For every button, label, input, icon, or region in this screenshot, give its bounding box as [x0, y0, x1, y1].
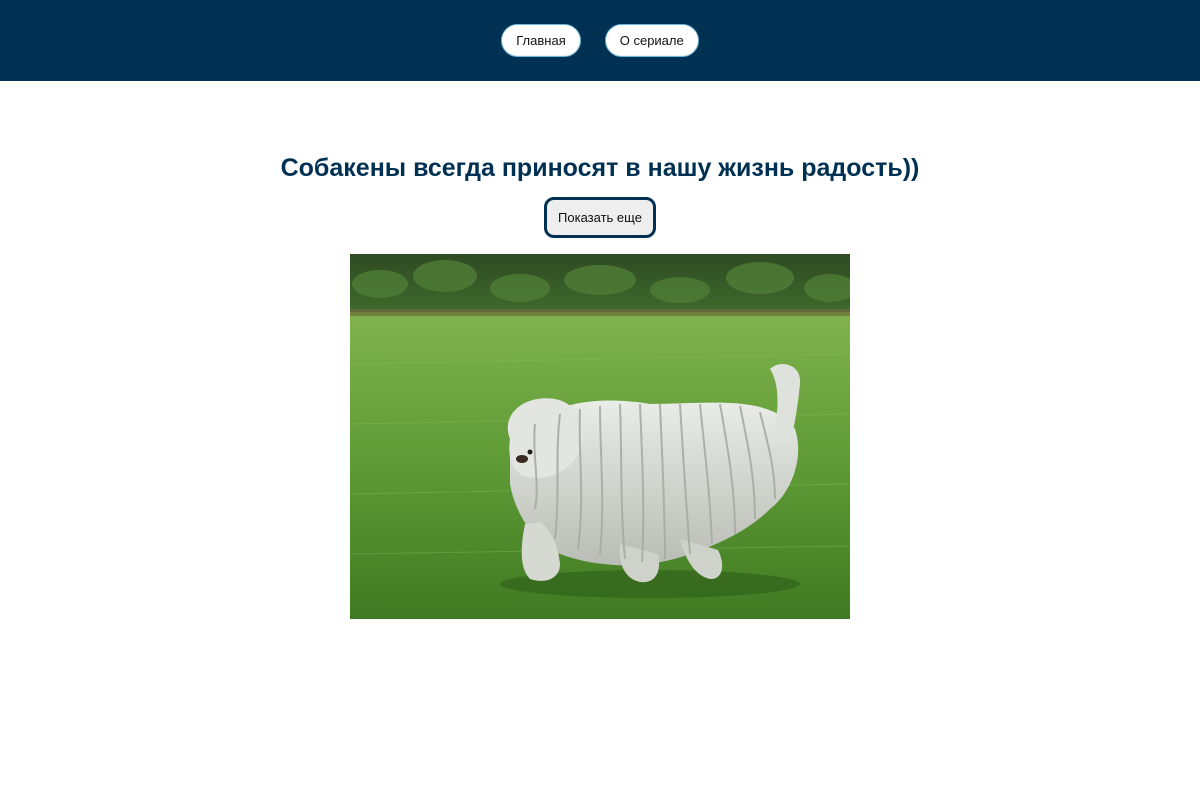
top-navigation-bar: Главная О сериале	[0, 0, 1200, 81]
nav-about-series-button[interactable]: О сериале	[604, 24, 699, 57]
dog-photo-illustration	[350, 254, 850, 619]
main-content: Собакены всегда приносят в нашу жизнь ра…	[0, 81, 1200, 619]
dog-photo	[350, 254, 850, 619]
show-more-button[interactable]: Показать еще	[544, 197, 656, 238]
nav-home-button[interactable]: Главная	[501, 24, 581, 57]
page-headline: Собакены всегда приносят в нашу жизнь ра…	[280, 154, 920, 182]
